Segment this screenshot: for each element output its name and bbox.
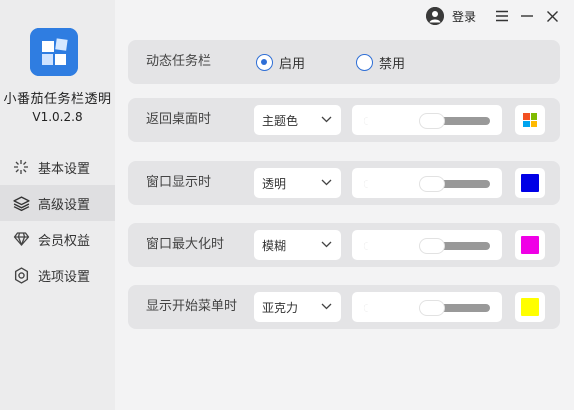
login-area[interactable]: 登录	[426, 6, 476, 26]
sidebar-item-label: 会员权益	[38, 233, 91, 249]
slider-track[interactable]	[364, 113, 490, 129]
mode-select[interactable]: 主题色	[254, 105, 341, 135]
sidebar-item-membership[interactable]: 会员权益	[0, 221, 115, 257]
sparkle-icon	[12, 158, 30, 176]
slider-thumb[interactable]	[419, 113, 446, 129]
app-logo-icon	[30, 28, 78, 76]
mode-select[interactable]: 亚克力	[254, 292, 341, 322]
dynamic-taskbar-label: 动态任务栏	[146, 54, 212, 69]
layers-icon	[12, 194, 30, 212]
menu-icon[interactable]	[492, 6, 512, 26]
chevron-down-icon	[321, 303, 332, 310]
login-link[interactable]: 登录	[452, 8, 476, 25]
app-name: 小番茄任务栏透明	[3, 92, 112, 107]
transparency-slider[interactable]	[352, 230, 502, 260]
app-version: V1.0.2.8	[32, 110, 83, 124]
color-swatch	[521, 174, 539, 192]
slider-thumb[interactable]	[419, 300, 446, 316]
row-start-menu-shown: 显示开始菜单时 亚克力	[128, 285, 560, 329]
close-icon[interactable]	[542, 6, 562, 26]
row-window-maximized: 窗口最大化时 模糊	[128, 223, 560, 267]
enable-radio[interactable]: 启用	[256, 52, 305, 72]
disable-radio[interactable]: 禁用	[356, 52, 405, 72]
sidebar-item-basic-settings[interactable]: 基本设置	[0, 149, 115, 185]
mode-select-value: 透明	[262, 176, 287, 191]
row-window-shown: 窗口显示时 透明	[128, 161, 560, 205]
row-label: 窗口显示时	[146, 175, 212, 190]
sidebar-item-advanced-settings[interactable]: 高级设置	[0, 185, 115, 221]
transparency-slider[interactable]	[352, 168, 502, 198]
row-return-desktop: 返回桌面时 主题色	[128, 98, 560, 142]
sidebar-item-label: 选项设置	[38, 269, 91, 285]
sidebar-item-options[interactable]: 选项设置	[0, 257, 115, 293]
chevron-down-icon	[321, 241, 332, 248]
mode-select-value: 模糊	[262, 238, 287, 253]
color-picker-button[interactable]	[515, 292, 545, 322]
slider-thumb[interactable]	[419, 238, 446, 254]
sidebar-item-label: 高级设置	[38, 197, 91, 213]
color-swatch	[521, 236, 539, 254]
enable-radio-label: 启用	[279, 56, 306, 72]
slider-track[interactable]	[364, 300, 490, 316]
minimize-icon[interactable]	[517, 6, 537, 26]
main-panel: 登录 动态任务栏 启用 禁用 返回桌面时 主题色 窗口显示时 透明 窗口最大化时…	[115, 0, 574, 410]
radio-checked-icon[interactable]	[256, 53, 273, 71]
slider-track[interactable]	[364, 238, 490, 254]
transparency-slider[interactable]	[352, 292, 502, 322]
slider-thumb[interactable]	[419, 176, 446, 192]
diamond-icon	[12, 230, 30, 248]
chevron-down-icon	[321, 179, 332, 186]
disable-radio-label: 禁用	[379, 56, 406, 72]
avatar-icon[interactable]	[426, 7, 444, 25]
transparency-slider[interactable]	[352, 105, 502, 135]
gear-icon	[12, 266, 30, 284]
color-picker-button[interactable]	[515, 230, 545, 260]
color-swatch	[521, 298, 539, 316]
slider-track[interactable]	[364, 176, 490, 192]
row-label: 返回桌面时	[146, 112, 212, 127]
radio-unchecked-icon[interactable]	[356, 53, 373, 71]
mode-select-value: 亚克力	[262, 300, 299, 315]
windows-logo-icon	[523, 113, 537, 127]
color-picker-button[interactable]	[515, 168, 545, 198]
sidebar: 小番茄任务栏透明 V1.0.2.8 基本设置 高级设置 会员权益 选项设置	[0, 0, 115, 410]
mode-select[interactable]: 透明	[254, 168, 341, 198]
chevron-down-icon	[321, 116, 332, 123]
mode-select[interactable]: 模糊	[254, 230, 341, 260]
sidebar-item-label: 基本设置	[38, 161, 91, 177]
row-label: 显示开始菜单时	[146, 299, 238, 314]
mode-select-value: 主题色	[262, 113, 299, 128]
dynamic-taskbar-card: 动态任务栏 启用 禁用	[128, 40, 560, 84]
row-label: 窗口最大化时	[146, 237, 225, 252]
color-picker-button[interactable]	[515, 105, 545, 135]
